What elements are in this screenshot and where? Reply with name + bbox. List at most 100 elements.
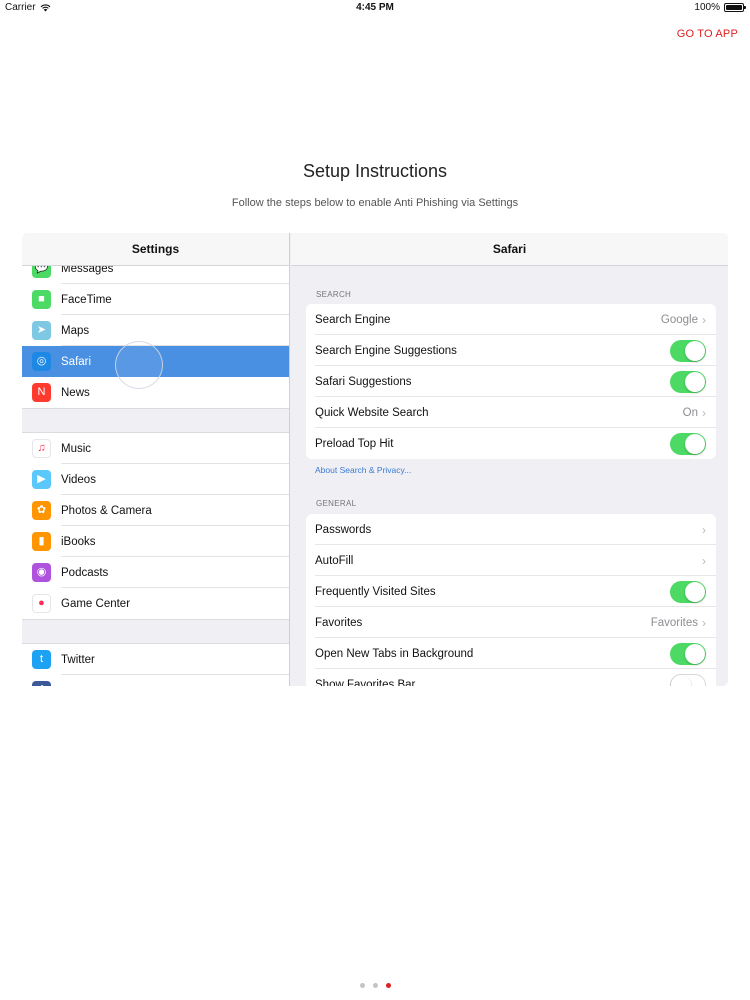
sidebar-item-facebook[interactable]: f [22,675,289,686]
ibooks-icon: ▮ [32,532,51,551]
sidebar-item-label: Twitter [61,653,95,666]
toggle-knob [685,581,705,602]
sidebar-item-facetime[interactable]: ■ FaceTime [22,284,289,315]
group-separator [22,408,289,433]
toggle-switch[interactable] [670,339,706,362]
toggle-knob [671,674,691,686]
safari-header: Safari [291,233,728,266]
sidebar-item-game-center[interactable]: ● Game Center [22,588,289,619]
sidebar-item-label: Podcasts [61,566,109,579]
setting-label: Favorites [315,616,363,629]
general-section-label: GENERAL [316,499,357,508]
go-to-app-button[interactable]: GO TO APP [677,28,738,40]
page-title: Setup Instructions [302,161,448,181]
clock: 4:45 PM [356,2,394,13]
settings-mockup: Settings 💬 Messages ■ FaceTime ➤ Maps ◎ Safari N… [22,233,728,686]
safari-icon: ◎ [32,352,51,371]
facebook-icon: f [32,681,51,686]
setting-row-open-new-tabs-in-background[interactable]: Open New Tabs in Background [306,638,716,669]
setting-row-frequently-visited-sites[interactable]: Frequently Visited Sites [306,576,716,607]
setting-row-safari-suggestions[interactable]: Safari Suggestions [306,366,716,397]
chevron-right-icon: › [702,615,706,630]
news-icon: N [32,383,51,402]
sidebar-item-label: FaceTime [61,293,112,306]
toggle-switch[interactable] [670,673,706,686]
page-indicator [0,983,750,988]
sidebar-item-twitter[interactable]: t Twitter [22,644,289,675]
toggle-switch[interactable] [670,580,706,603]
page-subtitle: Follow the steps below to enable Anti Ph… [231,197,519,209]
sidebar-item-label: News [61,386,90,399]
setting-label: Show Favorites Bar [315,678,416,687]
setting-label: Open New Tabs in Background [315,647,474,660]
setting-row-preload-top-hit[interactable]: Preload Top Hit [306,428,716,459]
sidebar-item-label: Game Center [61,597,131,610]
toggle-switch[interactable] [670,370,706,393]
search-settings-card: Search Engine Google › Search Engine Sugges… [306,304,716,459]
sidebar-item-ibooks[interactable]: ▮ iBooks [22,526,289,557]
sidebar-item-label: Safari [61,355,92,368]
setting-value: Favorites [650,616,698,629]
videos-icon: ▶ [32,470,51,489]
sidebar-item-music[interactable]: ♫ Music [22,433,289,464]
toggle-knob [685,433,705,454]
setting-label: Quick Website Search [315,406,429,419]
settings-list: 💬 Messages ■ FaceTime ➤ Maps ◎ Safari N News ♫ Musi… [22,253,289,686]
podcasts-icon: ◉ [32,563,51,582]
game-center-icon: ● [32,594,51,613]
about-search-privacy-link[interactable]: About Search & Privacy... [291,465,728,475]
setting-row-search-engine-suggestions[interactable]: Search Engine Suggestions [306,335,716,366]
sidebar-item-maps[interactable]: ➤ Maps [22,315,289,346]
chevron-right-icon: › [702,553,706,568]
toggle-switch[interactable] [670,642,706,665]
status-bar: Carrier 4:45 PM 100% [0,0,750,16]
page-dot[interactable] [385,983,391,988]
touch-indicator [115,341,163,389]
facetime-icon: ■ [32,290,51,309]
sidebar-item-label: Videos [61,473,96,486]
settings-header: Settings [22,233,289,266]
music-icon: ♫ [32,439,51,458]
sidebar-item-label: Photos & Camera [61,504,152,517]
toggle-knob [685,371,705,392]
battery-icon [724,3,746,12]
status-right: 100% [694,2,746,13]
sidebar-item-photos-and-camera[interactable]: ✿ Photos & Camera [22,495,289,526]
chevron-right-icon: › [702,405,706,420]
safari-content: SEARCH Search Engine Google › Search Engine… [291,266,728,686]
setting-row-passwords[interactable]: Passwords › [306,514,716,545]
chevron-right-icon: › [702,312,706,327]
setting-label: Safari Suggestions [315,375,412,388]
toggle-switch[interactable] [670,432,706,455]
sidebar-item-label: Maps [61,324,90,337]
setting-row-search-engine[interactable]: Search Engine Google › [306,304,716,335]
photos-icon: ✿ [32,501,51,520]
sidebar-item-videos[interactable]: ▶ Videos [22,464,289,495]
chevron-right-icon: › [702,522,706,537]
battery-fill [726,5,742,10]
sidebar-item-label: Music [61,442,92,455]
setting-label: Search Engine Suggestions [315,344,457,357]
sidebar-item-podcasts[interactable]: ◉ Podcasts [22,557,289,588]
setting-row-favorites[interactable]: Favorites Favorites › [306,607,716,638]
toggle-knob [685,340,705,361]
setting-value: Google [660,313,698,326]
setting-row-autofill[interactable]: AutoFill › [306,545,716,576]
sidebar-item-label: iBooks [61,535,96,548]
setting-label: Search Engine [315,313,391,326]
toggle-knob [685,643,705,664]
setting-row-show-favorites-bar[interactable]: Show Favorites Bar [306,669,716,686]
setting-label: Preload Top Hit [315,437,394,450]
settings-group: t Twitter f [22,644,289,686]
settings-group: 💬 Messages ■ FaceTime ➤ Maps ◎ Safari N News [22,253,289,408]
battery-percent: 100% [694,2,720,13]
safari-pane: Safari SEARCH Search Engine Google › Search… [291,233,728,686]
search-section-label: SEARCH [316,290,352,299]
page-dot[interactable] [372,983,378,988]
general-settings-card: Passwords › AutoFill › Frequently Visited Si… [306,514,716,686]
page-dot[interactable] [359,983,365,988]
setting-row-quick-website-search[interactable]: Quick Website Search On › [306,397,716,428]
settings-group: ♫ Music ▶ Videos ✿ Photos & Camera ▮ iBooks ◉ Pod… [22,433,289,619]
setting-value: On [682,406,698,419]
group-separator [22,619,289,644]
